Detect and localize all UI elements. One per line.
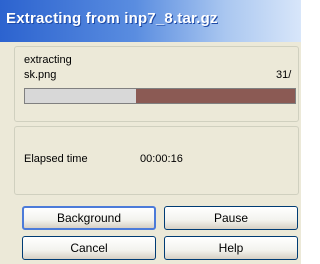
pause-button[interactable]: Pause	[164, 206, 298, 230]
progress-bar	[24, 88, 296, 104]
file-counter: 31/	[276, 69, 292, 81]
progress-bar-completed	[25, 89, 136, 103]
current-file-label: sk.png	[24, 69, 57, 81]
cancel-button[interactable]: Cancel	[22, 236, 156, 260]
window-title: Extracting from inp7_8.tar.gz	[6, 10, 218, 27]
help-button[interactable]: Help	[164, 236, 298, 260]
action-label: extracting	[24, 54, 72, 66]
background-button[interactable]: Background	[22, 206, 156, 230]
elapsed-time-value: 00:00:16	[140, 153, 183, 165]
elapsed-time-label: Elapsed time	[24, 153, 88, 165]
progress-bar-remaining	[135, 89, 295, 103]
title-bar[interactable]: Extracting from inp7_8.tar.gz	[0, 0, 301, 42]
extract-dialog: Extracting from inp7_8.tar.gz extracting…	[0, 0, 301, 264]
